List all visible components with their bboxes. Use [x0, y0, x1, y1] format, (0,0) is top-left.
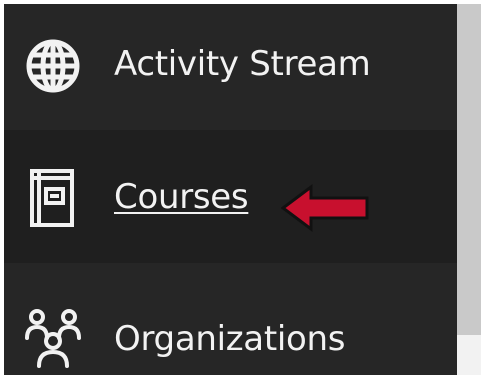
- content-area: [457, 4, 481, 335]
- sidebar-item-organizations[interactable]: Organizations: [4, 263, 457, 375]
- sidebar-item-label: Activity Stream: [114, 44, 371, 84]
- content-area-bottom: [457, 335, 481, 375]
- people-icon: [25, 309, 81, 368]
- globe-icon: [26, 39, 80, 93]
- screenshot-stage: Activity Stream Courses Organizations: [0, 0, 485, 375]
- sidebar-item-courses[interactable]: Courses: [4, 130, 457, 263]
- sidebar-nav: Activity Stream Courses Organizations: [4, 4, 457, 375]
- sidebar-item-activity-stream[interactable]: Activity Stream: [4, 4, 457, 130]
- book-icon: [30, 169, 74, 227]
- red-arrow-icon: [281, 184, 369, 232]
- sidebar-item-label: Organizations: [114, 319, 346, 359]
- page-edge: [481, 0, 485, 375]
- sidebar-item-label: Courses: [114, 177, 249, 217]
